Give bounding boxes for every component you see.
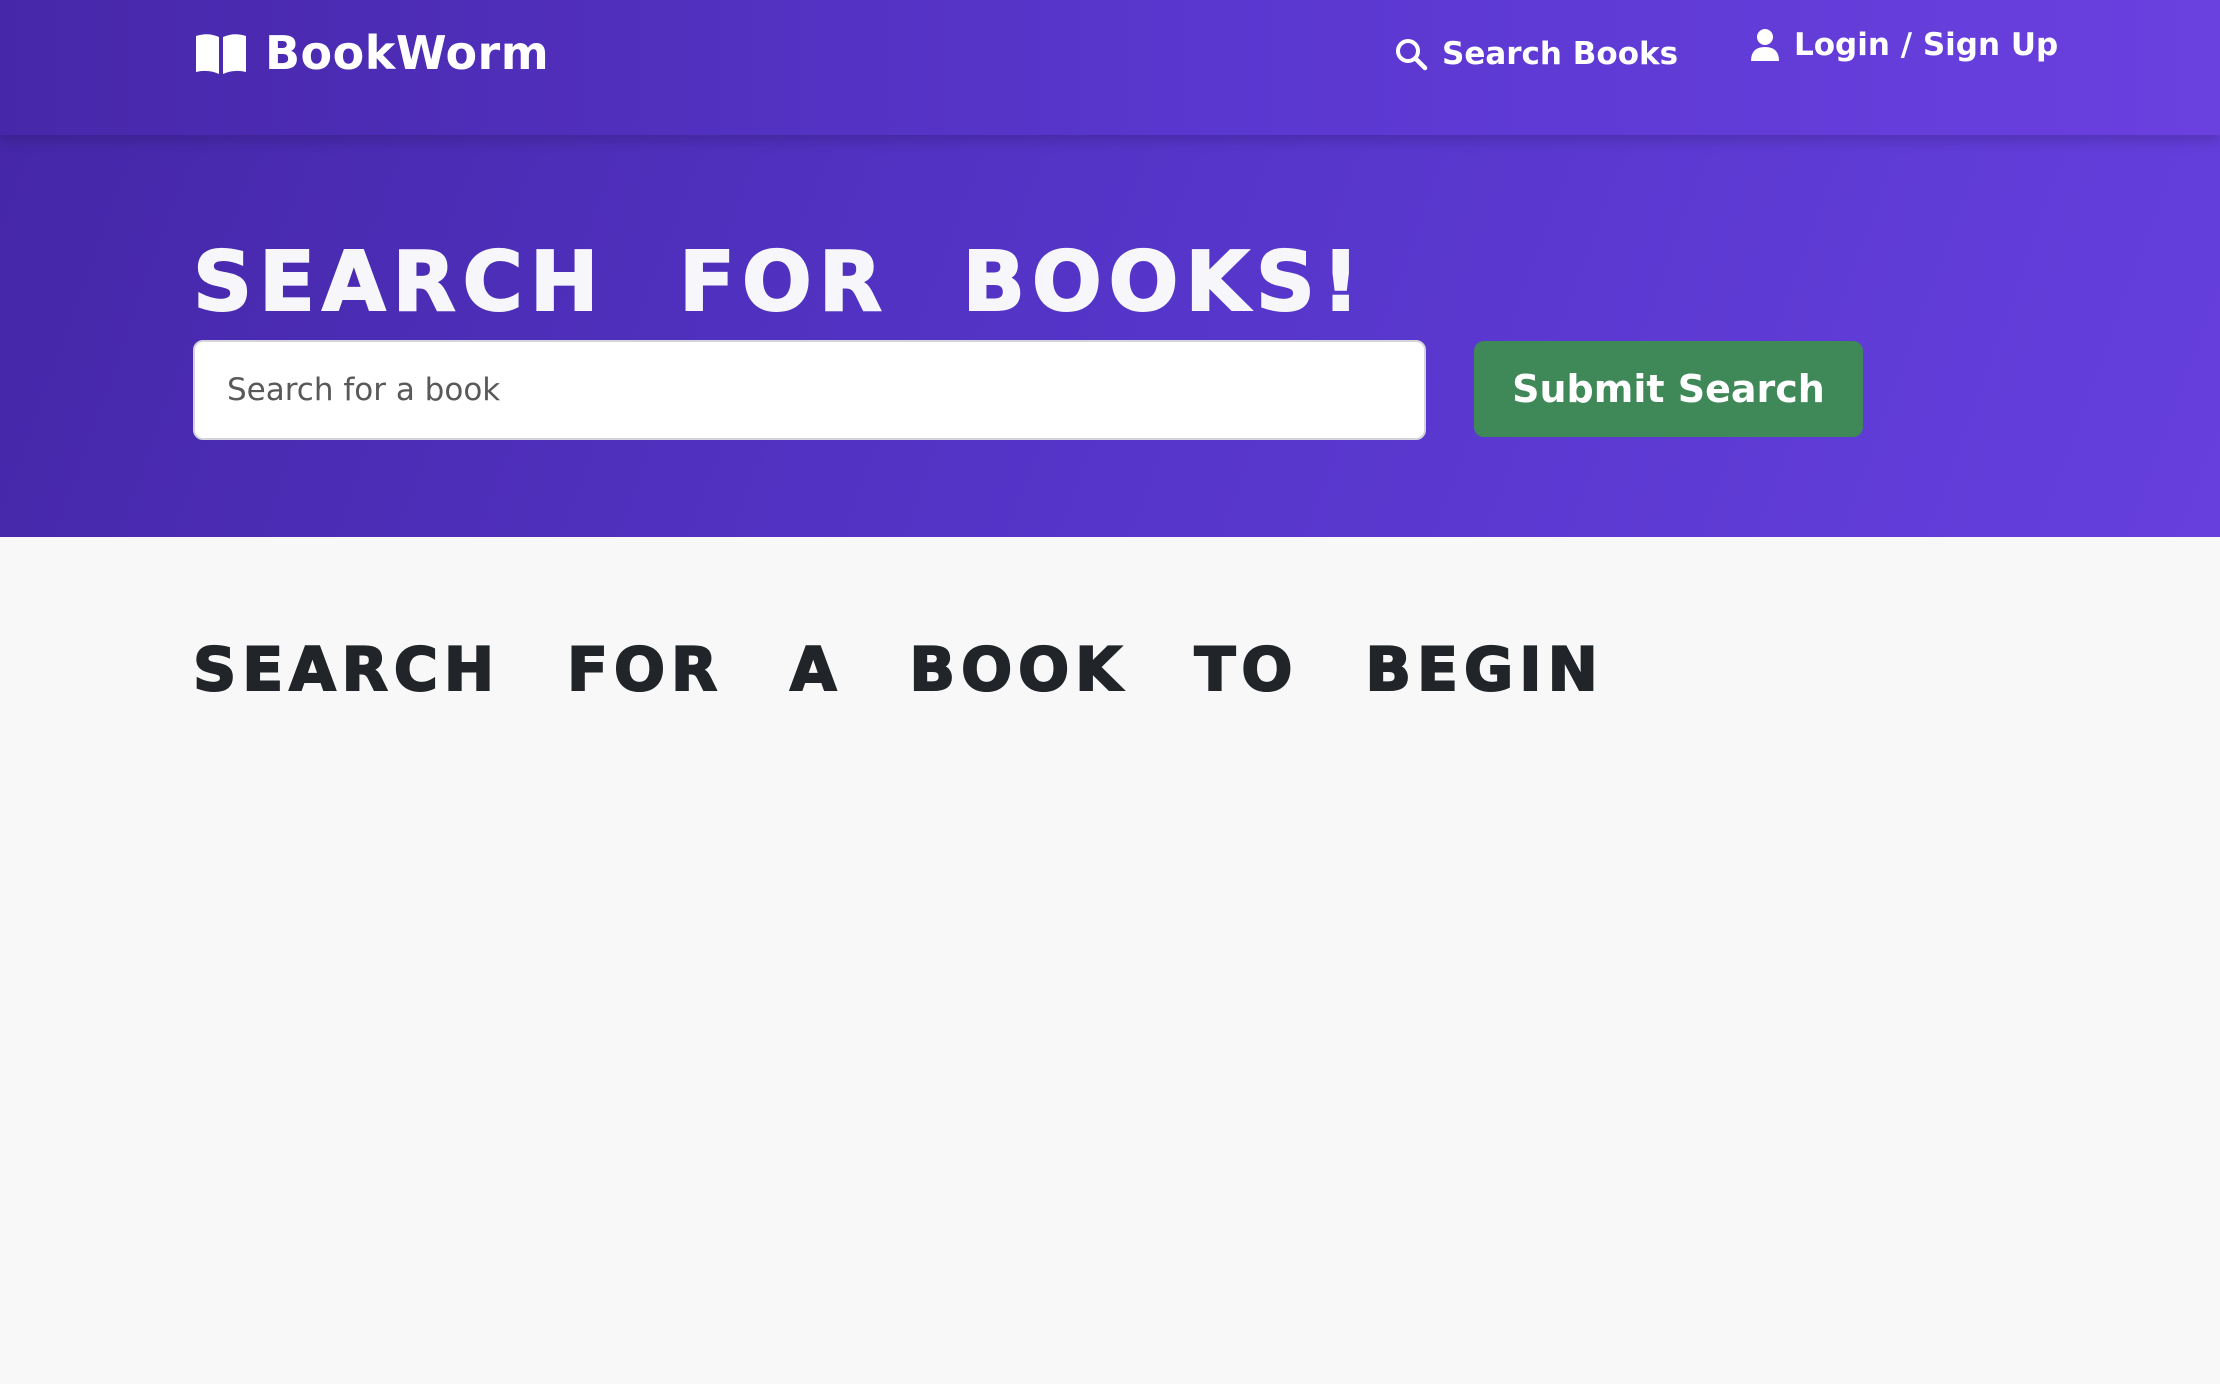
brand-name: BookWorm (265, 26, 550, 80)
results-heading: Search for a book to begin (192, 634, 1604, 706)
top-navbar: BookWorm Search Books Login / Sign Up (0, 0, 2220, 135)
search-icon (1396, 39, 1428, 71)
nav-login-signup-link[interactable]: Login / Sign Up (1750, 25, 2058, 65)
page-title: Search for Books! (192, 234, 1367, 331)
brand-link[interactable]: BookWorm (193, 26, 549, 80)
search-input[interactable] (193, 340, 1426, 440)
nav-login-signup-label: Login / Sign Up (1794, 27, 2059, 63)
user-icon (1751, 29, 1779, 61)
search-hero: Search for Books! Submit Search (0, 135, 2220, 537)
nav-search-books-link[interactable]: Search Books (1394, 34, 1678, 74)
submit-search-button[interactable]: Submit Search (1474, 341, 1863, 437)
nav-search-books-label: Search Books (1442, 36, 1679, 72)
open-book-icon (196, 34, 246, 74)
